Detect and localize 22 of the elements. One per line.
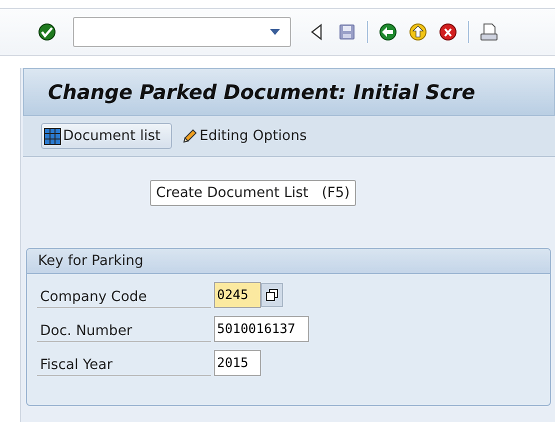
back-icon[interactable] xyxy=(378,22,398,42)
input-field[interactable]: 2015 xyxy=(214,350,261,376)
cancel-icon[interactable] xyxy=(438,22,458,42)
field-label: Company Code xyxy=(37,282,211,308)
input-field[interactable]: 5010016137 xyxy=(214,316,309,342)
tooltip: Create Document List (F5) xyxy=(150,180,356,206)
command-field[interactable] xyxy=(73,17,291,47)
window-title: Change Parked Document: Initial Scre xyxy=(48,80,476,104)
group-title: Key for Parking xyxy=(38,253,144,269)
field-label: Fiscal Year xyxy=(37,350,211,376)
document-list-button[interactable]: Document list xyxy=(41,123,172,149)
field-label: Doc. Number xyxy=(37,316,211,342)
editing-options-button[interactable]: Editing Options xyxy=(178,123,318,149)
dropdown-icon xyxy=(270,29,280,35)
check-icon[interactable] xyxy=(37,22,57,42)
input-field[interactable]: 0245 xyxy=(214,282,261,308)
pencil-icon xyxy=(180,128,198,144)
copy-icon xyxy=(266,289,278,301)
value-help-button[interactable] xyxy=(261,283,283,307)
print-icon[interactable] xyxy=(479,22,499,42)
table-icon xyxy=(44,128,61,144)
save-icon[interactable] xyxy=(337,22,357,42)
